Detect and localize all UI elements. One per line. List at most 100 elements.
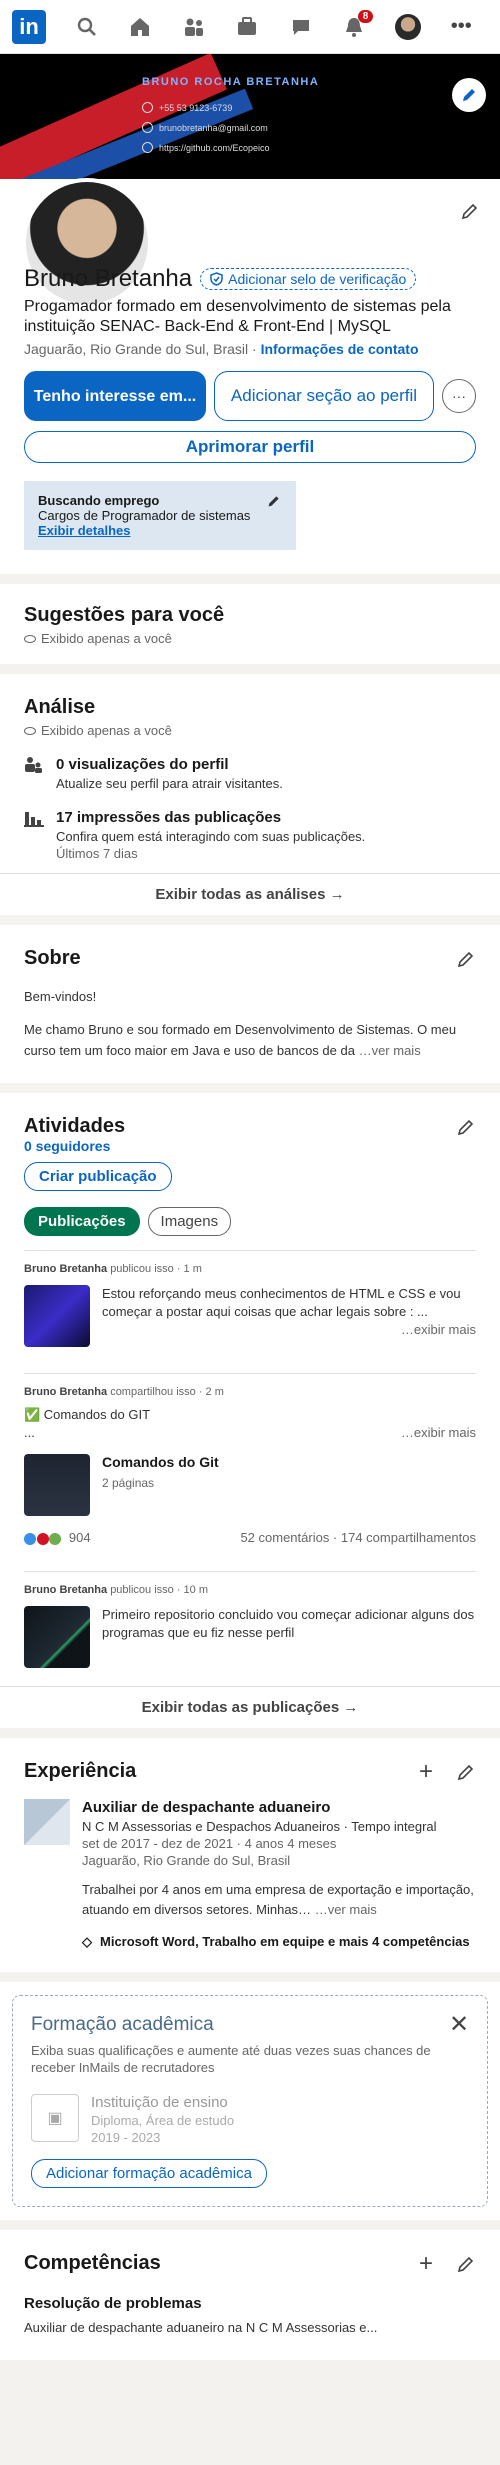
- improve-profile-button[interactable]: Aprimorar perfil: [24, 431, 476, 463]
- followers-link[interactable]: 0 seguidores: [24, 1138, 476, 1154]
- love-reaction-icon: [36, 1532, 49, 1545]
- analytics-private-text: Exibido apenas a você: [41, 723, 172, 738]
- analytics-item-profile-views[interactable]: 0 visualizações do perfil Atualize seu p…: [24, 756, 476, 791]
- activity-section: Atividades 0 seguidores Criar publicação…: [0, 1093, 500, 1728]
- bar-chart-icon: [24, 809, 46, 861]
- education-title: Formação acadêmica: [31, 2014, 214, 2035]
- about-body: Me chamo Bruno e sou formado em Desenvol…: [24, 1019, 476, 1061]
- analytics-title: Análise: [24, 696, 96, 718]
- education-section: Formação acadêmica ✕ Exiba suas qualific…: [0, 1982, 500, 2220]
- verify-label: Adicionar selo de verificação: [228, 271, 407, 287]
- edit-experience-pencil-icon[interactable]: [452, 1758, 480, 1786]
- more-actions-button[interactable]: ···: [442, 379, 476, 413]
- analytics-impressions-title: 17 impressões das publicações: [56, 809, 282, 826]
- phone-icon: [142, 102, 153, 113]
- eye-icon: [24, 726, 36, 735]
- activity-post[interactable]: Bruno Bretanha compartilhou isso · 2 m ✅…: [24, 1373, 476, 1557]
- github-icon: [142, 142, 153, 153]
- education-degree: Diploma, Área de estudo: [91, 2113, 235, 2128]
- messaging-icon[interactable]: [286, 12, 316, 42]
- name-row: Bruno Bretanha Adicionar selo de verific…: [24, 265, 476, 293]
- edit-skills-pencil-icon[interactable]: [452, 2250, 480, 2278]
- post-action: publicou isso · 10 m: [110, 1584, 209, 1596]
- post-text-content: Estou reforçando meus conhecimentos de H…: [102, 1286, 461, 1319]
- banner-github-text: https://github.com/Ecopeico: [159, 142, 270, 153]
- experience-location: Jaguarão, Rio Grande do Sul, Brasil: [82, 1853, 291, 1868]
- experience-skills[interactable]: ◇ Microsoft Word, Trabalho em equipe e m…: [82, 1934, 476, 1950]
- banner-email: brunobretanha@gmail.com: [142, 122, 268, 133]
- skill-item-name[interactable]: Resolução de problemas: [24, 2295, 476, 2312]
- home-icon[interactable]: [125, 12, 155, 42]
- post-author: Bruno Bretanha: [24, 1263, 108, 1275]
- close-icon[interactable]: ✕: [445, 2010, 473, 2038]
- experience-item[interactable]: Auxiliar de despachante aduaneiro N C M …: [24, 1799, 476, 1950]
- profile-name: Bruno Bretanha: [24, 265, 193, 292]
- post-author: Bruno Bretanha: [24, 1386, 108, 1398]
- open-to-work-details-link[interactable]: Exibir detalhes: [38, 523, 130, 538]
- education-institution: Instituição de ensino: [91, 2094, 228, 2111]
- education-years: 2019 - 2023: [91, 2130, 161, 2145]
- search-icon[interactable]: [72, 12, 102, 42]
- edit-intro-pencil-icon[interactable]: [458, 199, 482, 223]
- show-all-posts-link[interactable]: Exibir todas as publicações →: [0, 1686, 500, 1728]
- banner-name: BRUNO ROCHA BRETANHA: [142, 76, 320, 88]
- open-to-button[interactable]: Tenho interesse em...: [24, 371, 206, 421]
- edit-about-pencil-icon[interactable]: [452, 945, 480, 973]
- edit-activity-pencil-icon[interactable]: [452, 1113, 480, 1141]
- add-experience-plus-icon[interactable]: +: [412, 1758, 440, 1786]
- me-avatar[interactable]: [393, 12, 423, 42]
- post-text-more: ... …exibir mais: [24, 1424, 476, 1442]
- post-see-more-link[interactable]: …exibir mais: [401, 1424, 476, 1442]
- post-meta: Bruno Bretanha publicou isso · 10 m: [24, 1584, 476, 1596]
- edit-banner-button[interactable]: [452, 78, 486, 112]
- analytics-impressions-sub: Confira quem está interagindo com suas p…: [56, 829, 366, 844]
- reactions-number: 904: [68, 1530, 91, 1545]
- linkedin-logo-icon[interactable]: in: [12, 9, 46, 44]
- banner-phone: +55 53 9123-6739: [142, 102, 232, 113]
- post-see-more-link[interactable]: …exibir mais: [102, 1321, 476, 1339]
- add-verification-button[interactable]: Adicionar selo de verificação: [200, 268, 417, 290]
- jobs-icon[interactable]: [232, 12, 262, 42]
- about-see-more-link[interactable]: …ver mais: [359, 1043, 421, 1058]
- activity-post[interactable]: Bruno Bretanha publicou isso · 1 m Estou…: [24, 1250, 476, 1359]
- post-action: compartilhou isso · 2 m: [110, 1386, 224, 1398]
- reactions-count[interactable]: 904: [24, 1530, 91, 1545]
- activity-title: Atividades: [24, 1115, 126, 1137]
- activity-post[interactable]: Bruno Bretanha publicou isso · 10 m Prim…: [24, 1571, 476, 1680]
- experience-description-text: Trabalhei por 4 anos em uma empresa de e…: [82, 1882, 474, 1917]
- add-profile-section-button[interactable]: Adicionar seção ao perfil: [214, 371, 434, 421]
- tab-images[interactable]: Imagens: [147, 1207, 232, 1236]
- my-network-icon[interactable]: [179, 12, 209, 42]
- top-navigation: in 8 •••: [0, 0, 500, 54]
- experience-section: Experiência + Auxiliar de despachante ad…: [0, 1738, 500, 1972]
- company-logo: [24, 1799, 70, 1845]
- comments-shares[interactable]: 52 comentários · 174 compartilhamentos: [240, 1530, 476, 1545]
- post-action: publicou isso · 1 m: [110, 1263, 202, 1275]
- suggestions-title: Sugestões para você: [24, 604, 225, 626]
- suggestions-section: Sugestões para você Exibido apenas a voc…: [0, 584, 500, 664]
- experience-see-more-link[interactable]: …ver mais: [315, 1902, 377, 1917]
- school-icon: ▣: [31, 2094, 79, 2142]
- more-icon[interactable]: •••: [446, 12, 476, 42]
- profile-body: Bruno Bretanha Adicionar selo de verific…: [0, 179, 500, 574]
- notifications-icon[interactable]: 8: [339, 9, 374, 42]
- show-all-analytics-link[interactable]: Exibir todas as análises →: [0, 873, 500, 915]
- contact-info-link[interactable]: Informações de contato: [261, 341, 419, 357]
- post-text: Primeiro repositorio concluido vou começ…: [102, 1607, 475, 1640]
- skills-title: Competências: [24, 2252, 161, 2274]
- tab-posts[interactable]: Publicações: [24, 1207, 140, 1236]
- add-skill-plus-icon[interactable]: +: [412, 2250, 440, 2278]
- analytics-impressions-period: Últimos 7 dias: [56, 846, 138, 861]
- edit-open-to-work-pencil-icon[interactable]: [262, 489, 286, 513]
- about-greeting: Bem-vindos!: [24, 989, 97, 1004]
- banner-phone-text: +55 53 9123-6739: [159, 102, 233, 113]
- add-education-button[interactable]: Adicionar formação acadêmica: [31, 2159, 267, 2188]
- experience-company: N C M Assessorias e Despachos Aduaneiros…: [82, 1819, 437, 1834]
- create-post-button[interactable]: Criar publicação: [24, 1162, 172, 1191]
- post-author: Bruno Bretanha: [24, 1584, 108, 1596]
- post-text: Estou reforçando meus conhecimentos de H…: [102, 1285, 476, 1347]
- analytics-item-impressions[interactable]: 17 impressões das publicações Confira qu…: [24, 809, 476, 861]
- analytics-section: Análise Exibido apenas a você 0 visualiz…: [0, 674, 500, 915]
- profile-banner: BRUNO ROCHA BRETANHA +55 53 9123-6739 br…: [0, 54, 500, 179]
- profile-headline: Progamador formado em desenvolvimento de…: [24, 298, 451, 335]
